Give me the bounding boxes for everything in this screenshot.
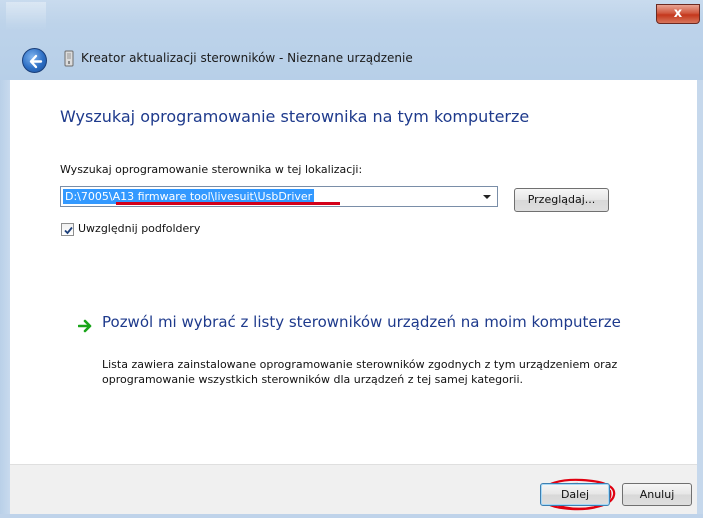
- background-window-glimpse: [6, 2, 46, 30]
- green-arrow-icon: [78, 319, 92, 333]
- close-icon: x: [673, 6, 683, 21]
- include-subfolders-label[interactable]: Uwzględnij podfoldery: [78, 222, 200, 235]
- location-label: Wyszukaj oprogramowanie sterownika w tej…: [60, 163, 363, 176]
- checkmark-icon: [64, 226, 73, 235]
- back-button[interactable]: [22, 48, 47, 73]
- window-frame-right: [697, 80, 703, 518]
- pick-from-list-description: Lista zawiera zainstalowane oprogramowan…: [102, 358, 618, 386]
- close-button[interactable]: x: [656, 4, 700, 24]
- next-button[interactable]: Dalej: [540, 483, 610, 506]
- browse-button[interactable]: Przeglądaj...: [514, 188, 609, 212]
- pick-from-list-link[interactable]: Pozwól mi wybrać z listy sterowników urz…: [78, 312, 638, 402]
- window-frame-top: [0, 0, 703, 80]
- page-heading: Wyszukaj oprogramowanie sterownika na ty…: [60, 107, 530, 126]
- device-icon: [64, 50, 74, 67]
- cancel-button[interactable]: Anuluj: [622, 483, 692, 506]
- dropdown-arrow-icon[interactable]: [483, 195, 491, 199]
- window-frame-left: [0, 80, 10, 518]
- window-title: Kreator aktualizacji sterowników - Niezn…: [81, 51, 413, 65]
- content-panel: Wyszukaj oprogramowanie sterownika na ty…: [10, 80, 697, 464]
- pick-from-list-title[interactable]: Pozwól mi wybrać z listy sterowników urz…: [102, 312, 622, 333]
- window-frame-bottom: [0, 514, 703, 518]
- footer-bar: Dalej Anuluj: [10, 464, 697, 514]
- back-arrow-icon: [29, 54, 43, 69]
- include-subfolders-checkbox[interactable]: [61, 223, 74, 236]
- annotation-underline: [116, 202, 340, 205]
